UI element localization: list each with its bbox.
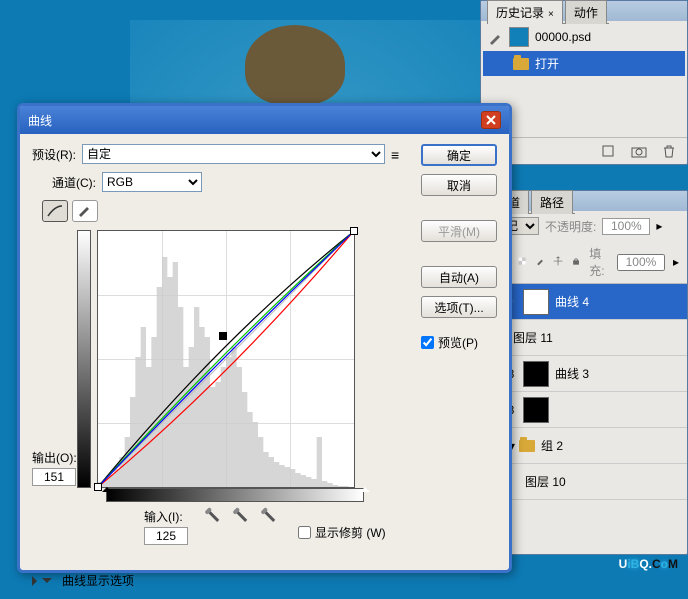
layer-name[interactable]: 图层 10 [525,473,566,490]
show-clipping-checkbox[interactable] [298,526,311,539]
white-point-slider[interactable] [360,482,370,492]
black-eyedropper-icon[interactable] [202,504,227,529]
layer-mask-thumbnail[interactable] [523,361,549,387]
input-input[interactable] [144,527,188,545]
dialog-title: 曲线 [28,112,52,129]
history-file-name: 00000.psd [535,30,591,44]
photo-subject-head [245,25,345,105]
brush-icon [487,30,503,44]
fill-label: 填充: [589,245,609,279]
trash-icon[interactable] [661,144,677,158]
preset-select[interactable]: 自定 [82,144,385,164]
cancel-label: 取消 [447,177,471,194]
smooth-label: 平滑(M) [438,223,480,240]
curve-lines [98,231,354,487]
preset-menu-icon[interactable] [391,147,409,161]
smooth-button[interactable]: 平滑(M) [421,220,497,242]
curve-pencil-tool[interactable] [72,200,98,222]
input-gradient-ramp[interactable] [106,488,364,502]
black-point-slider[interactable] [102,482,112,492]
options-button[interactable]: 选项(T)... [421,296,497,318]
ok-button[interactable]: 确定 [421,144,497,166]
folder-open-icon [513,58,529,70]
tab-paths[interactable]: 路径 [531,190,573,214]
curve-point[interactable] [350,227,358,235]
gray-eyedropper-icon[interactable] [230,504,255,529]
folder-icon [519,440,535,452]
tab-actions-label: 动作 [574,6,598,20]
lock-paint-icon[interactable] [535,255,545,269]
lock-all-icon[interactable] [571,255,581,269]
layer-name[interactable]: 曲线 4 [555,293,589,310]
layer-name[interactable]: 曲线 3 [555,365,589,382]
preset-label: 预设(R): [32,146,76,163]
tab-actions[interactable]: 动作 [565,0,607,24]
white-eyedropper-icon[interactable] [258,504,283,529]
tab-paths-label: 路径 [540,196,564,210]
auto-label: 自动(A) [439,269,479,286]
input-label: 输入(I): [144,508,188,525]
display-options-label: 曲线显示选项 [62,572,134,589]
opacity-input[interactable] [602,218,650,235]
auto-button[interactable]: 自动(A) [421,266,497,288]
chevron-right-icon[interactable]: ▸ [656,219,662,233]
document-thumbnail [509,27,529,47]
new-document-icon[interactable] [601,144,617,158]
cancel-button[interactable]: 取消 [421,174,497,196]
tab-history-label: 历史记录 [496,6,544,20]
output-gradient-ramp[interactable] [77,230,91,488]
tab-history[interactable]: 历史记录 × [487,0,563,24]
history-state-open[interactable]: 打开 [483,51,685,76]
preview-checkbox[interactable] [421,336,434,349]
preview-label: 预览(P) [438,334,478,351]
history-state-label: 打开 [535,55,559,72]
close-icon[interactable]: × [548,9,554,20]
layer-name[interactable]: 组 2 [541,437,563,454]
close-button[interactable] [481,111,501,129]
lock-transparency-icon[interactable] [517,255,527,269]
show-clipping-label: 显示修剪 (W) [315,524,386,541]
ok-label: 确定 [447,147,471,164]
lock-position-icon[interactable] [553,255,563,269]
fill-input[interactable] [617,254,665,271]
history-panel-header[interactable]: 历史记录 × 动作 [481,1,687,21]
curve-grid[interactable] [97,230,355,488]
channel-select[interactable]: RGB [102,172,202,192]
output-label: 输出(O): [32,449,77,466]
opacity-label: 不透明度: [545,218,596,235]
display-options-toggle[interactable]: 曲线显示选项 [32,572,409,589]
chevron-right-icon[interactable]: ▸ [673,255,679,269]
layer-name[interactable]: 图层 11 [513,329,553,346]
curve-point-tool[interactable] [42,200,68,222]
dialog-titlebar[interactable]: 曲线 [20,106,509,134]
layer-mask-thumbnail[interactable] [523,397,549,423]
curves-dialog: 曲线 预设(R): 自定 通道(C): RGB [17,103,512,573]
camera-icon[interactable] [631,144,647,158]
curve-area: 输出(O): [32,230,409,488]
curve-point-selected[interactable] [219,332,227,340]
options-label: 选项(T)... [434,299,483,316]
channel-label: 通道(C): [52,174,96,191]
close-icon [485,114,497,126]
chevron-right-icon [32,576,42,586]
output-input[interactable] [32,468,76,486]
history-source-row[interactable]: 00000.psd [483,23,685,51]
layer-mask-thumbnail[interactable] [523,289,549,315]
